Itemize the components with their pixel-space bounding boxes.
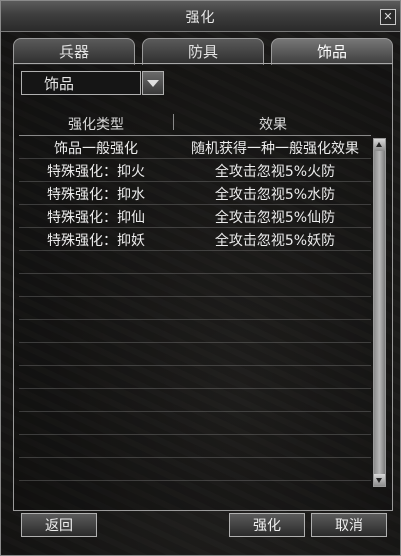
table-row[interactable]: 饰品一般强化 随机获得一种一般强化效果 — [19, 136, 371, 159]
empty-row — [19, 274, 371, 297]
list-header: 强化类型 效果 — [19, 109, 371, 136]
tab-bar: 兵器 防具 饰品 — [13, 38, 393, 65]
scroll-up-icon[interactable] — [374, 139, 385, 151]
chevron-down-icon[interactable] — [142, 71, 164, 95]
close-icon[interactable]: ✕ — [380, 9, 396, 25]
row-type: 特殊强化：抑水 — [47, 187, 145, 203]
row-effect: 全攻击忽视5%水防 — [214, 187, 336, 203]
row-effect: 全攻击忽视5%仙防 — [214, 210, 336, 226]
row-effect: 随机获得一种一般强化效果 — [191, 141, 359, 157]
row-effect: 全攻击忽视5%妖防 — [214, 233, 336, 249]
tab-armor[interactable]: 防具 — [142, 38, 264, 65]
tab-weapons[interactable]: 兵器 — [13, 38, 135, 65]
table-row[interactable]: 特殊强化：抑水 全攻击忽视5%水防 — [19, 182, 371, 205]
row-type: 特殊强化：抑火 — [47, 164, 145, 180]
table-row[interactable]: 特殊强化：抑火 全攻击忽视5%火防 — [19, 159, 371, 182]
header-type: 强化类型 — [68, 117, 124, 133]
empty-row — [19, 251, 371, 274]
row-type: 饰品一般强化 — [54, 141, 138, 157]
empty-row — [19, 389, 371, 412]
empty-row — [19, 343, 371, 366]
row-effect: 全攻击忽视5%火防 — [214, 164, 336, 180]
scroll-thumb[interactable] — [374, 151, 385, 474]
row-type: 特殊强化：抑仙 — [47, 210, 145, 226]
enhance-button[interactable]: 强化 — [229, 513, 305, 537]
header-effect: 效果 — [259, 117, 287, 133]
list-rows: 饰品一般强化 随机获得一种一般强化效果 特殊强化：抑火 全攻击忽视5%火防 特殊… — [19, 136, 371, 481]
empty-row — [19, 412, 371, 435]
scroll-down-icon[interactable] — [374, 474, 385, 486]
empty-row — [19, 435, 371, 458]
tab-accessories[interactable]: 饰品 — [271, 38, 393, 65]
enhance-list: 强化类型 效果 饰品一般强化 随机获得一种一般强化效果 特殊强化：抑火 全攻击忽… — [19, 109, 371, 487]
empty-row — [19, 297, 371, 320]
title-bar: 强化 ✕ — [1, 1, 400, 32]
cancel-button[interactable]: 取消 — [311, 513, 387, 537]
empty-row — [19, 320, 371, 343]
table-row[interactable]: 特殊强化：抑仙 全攻击忽视5%仙防 — [19, 205, 371, 228]
table-row[interactable]: 特殊强化：抑妖 全攻击忽视5%妖防 — [19, 228, 371, 251]
window-title: 强化 — [185, 10, 216, 26]
header-divider — [173, 114, 174, 130]
enhance-window: 强化 ✕ 兵器 防具 饰品 饰品 强化类型 效果 饰品一般强化 随机获得一种一般… — [0, 0, 401, 556]
row-type: 特殊强化：抑妖 — [47, 233, 145, 249]
category-dropdown[interactable]: 饰品 — [21, 71, 141, 95]
empty-row — [19, 458, 371, 481]
list-scrollbar[interactable] — [373, 138, 386, 487]
back-button[interactable]: 返回 — [21, 513, 97, 537]
empty-row — [19, 366, 371, 389]
